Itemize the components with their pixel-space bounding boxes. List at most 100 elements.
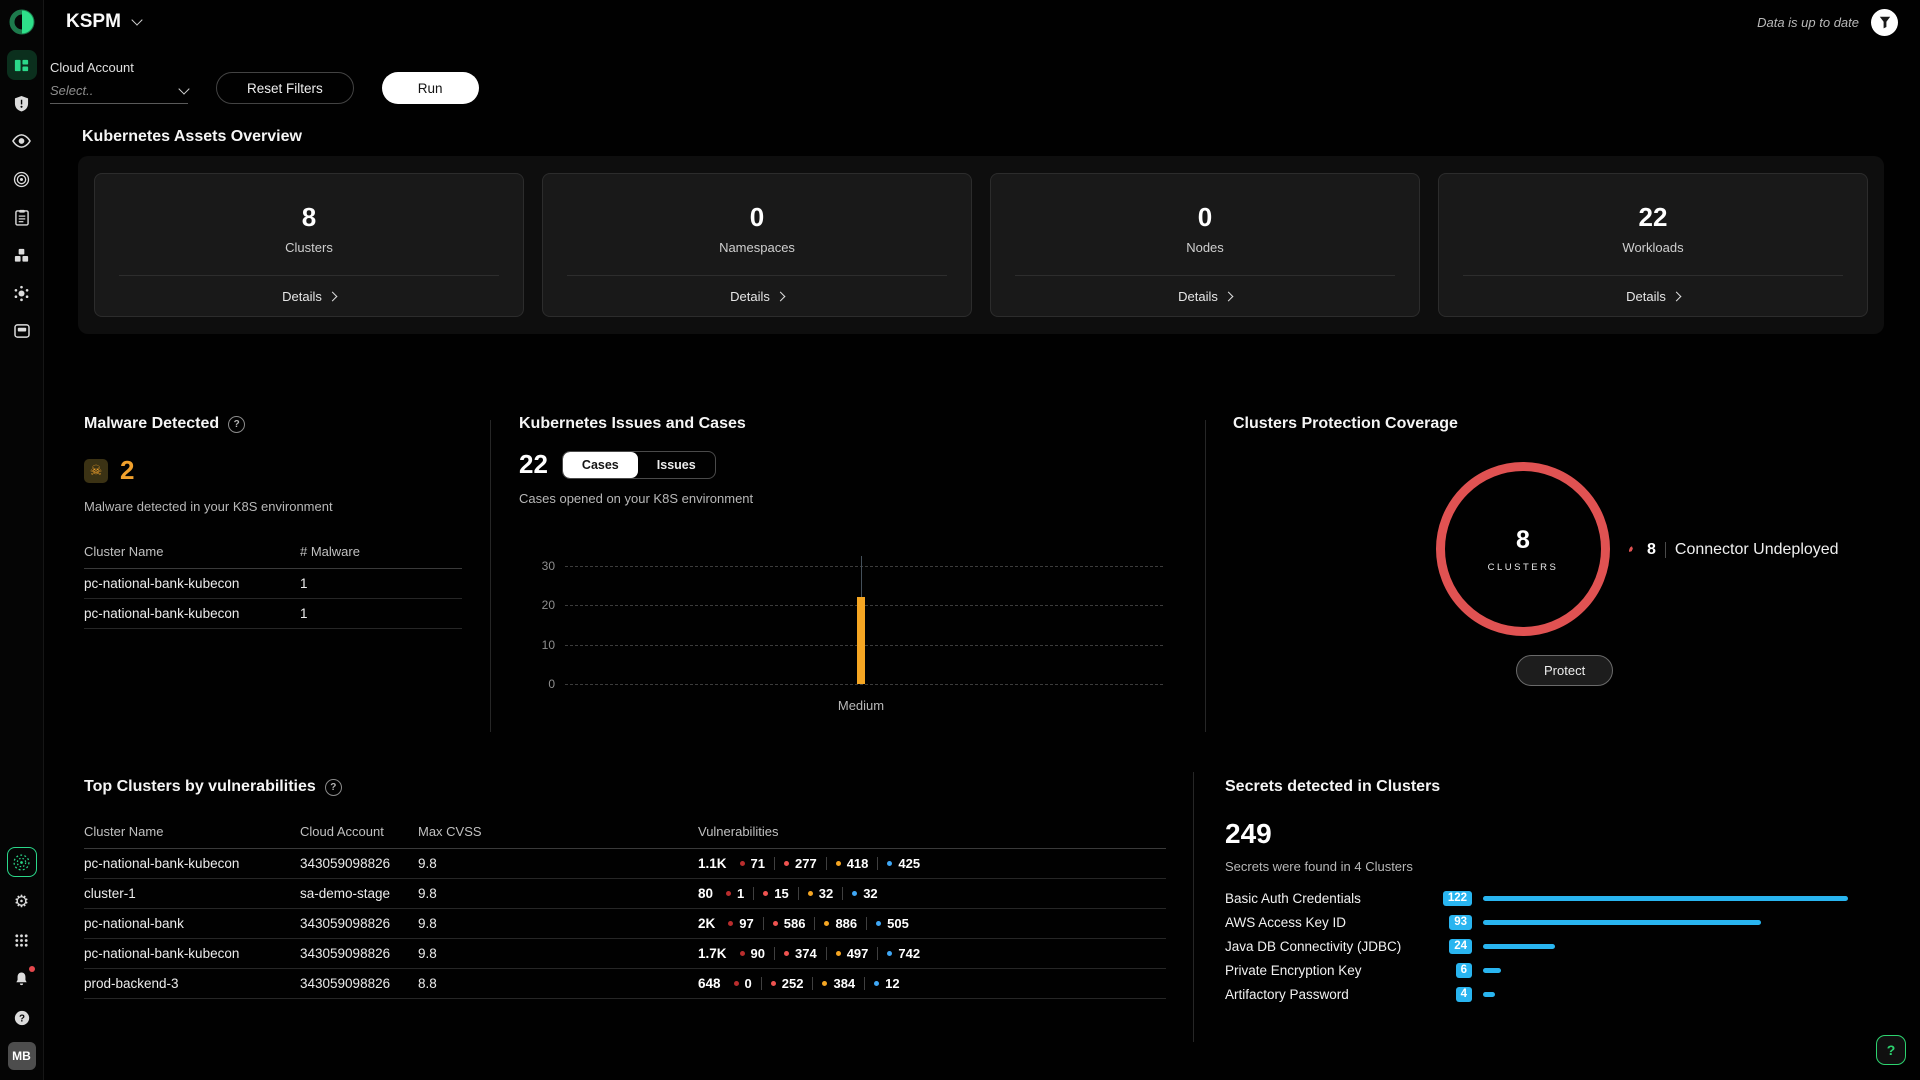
asset-card-clusters: 8ClustersDetails — [94, 173, 524, 317]
app-switcher[interactable]: KSPM — [66, 11, 141, 33]
divider — [567, 275, 947, 276]
reset-filters-button[interactable]: Reset Filters — [216, 72, 354, 104]
table-row[interactable]: pc-national-bank-kubecon3430590988269.81… — [84, 849, 1166, 879]
separator — [877, 857, 878, 870]
avatar[interactable]: MB — [8, 1042, 36, 1070]
protect-button[interactable]: Protect — [1516, 655, 1613, 686]
severity-count: 32 — [852, 886, 877, 901]
severity-count: 742 — [887, 946, 920, 961]
skull-icon: ☠ — [84, 459, 108, 483]
protection-title-text: Clusters Protection Coverage — [1233, 415, 1458, 433]
window-icon[interactable] — [7, 316, 37, 346]
topbar-right: Data is up to date — [1757, 9, 1898, 36]
severity-dot-icon — [808, 891, 813, 896]
tab-issues[interactable]: Issues — [638, 452, 715, 478]
severity-dot-icon — [784, 861, 789, 866]
severity-count: 586 — [773, 916, 806, 931]
filter-button[interactable] — [1871, 9, 1898, 36]
protection-section: Clusters Protection Coverage 8 CLUSTERS … — [1233, 415, 1884, 735]
table-row[interactable]: pc-national-bank-kubecon3430590988269.81… — [84, 939, 1166, 969]
severity-dot-icon — [784, 951, 789, 956]
help-icon[interactable]: ? — [325, 779, 342, 796]
severity-count: 277 — [784, 856, 817, 871]
asset-label: Namespaces — [719, 240, 795, 255]
secret-label: Private Encryption Key — [1225, 963, 1430, 978]
asset-label: Nodes — [1186, 240, 1224, 255]
help-icon[interactable]: ? — [7, 1003, 37, 1033]
protection-donut-label: CLUSTERS — [1488, 562, 1559, 573]
details-link[interactable]: Details — [1626, 289, 1680, 304]
target-icon[interactable] — [7, 164, 37, 194]
table-header: Cluster NameCloud AccountMax CVSSVulnera… — [84, 824, 1166, 849]
gridline — [565, 566, 1163, 567]
tab-cases[interactable]: Cases — [563, 452, 638, 478]
separator — [774, 857, 775, 870]
malware-count: 2 — [120, 455, 134, 486]
asset-value: 22 — [1639, 202, 1668, 233]
legend-value: 8 — [1647, 541, 1656, 559]
gear-icon[interactable]: ⚙ — [7, 886, 37, 916]
secret-row[interactable]: Artifactory Password4 — [1225, 985, 1885, 1004]
table-row[interactable]: pc-national-bank-kubecon1 — [84, 569, 462, 599]
chevron-right-icon — [775, 292, 785, 302]
notification-dot — [29, 966, 35, 972]
secret-bar — [1483, 968, 1501, 973]
separator — [753, 887, 754, 900]
details-link[interactable]: Details — [282, 289, 336, 304]
chevron-right-icon — [1223, 292, 1233, 302]
burst-icon[interactable] — [7, 278, 37, 308]
issues-count-row: 22 CasesIssues — [519, 449, 1167, 480]
filters-bar: Cloud Account Select.. Reset Filters Run — [50, 60, 479, 104]
table-row[interactable]: pc-national-bank-kubecon1 — [84, 599, 462, 629]
dashboard-icon[interactable] — [7, 50, 37, 80]
cloud-account-select[interactable]: Select.. — [50, 83, 188, 104]
secret-row[interactable]: Java DB Connectivity (JDBC)24 — [1225, 937, 1885, 956]
separator — [866, 917, 867, 930]
bar-medium[interactable] — [857, 597, 865, 684]
funnel-icon — [1879, 16, 1891, 29]
chevron-down-icon — [131, 14, 142, 25]
table-row[interactable]: prod-backend-33430590988268.864802523841… — [84, 969, 1166, 999]
severity-dot-icon — [726, 891, 731, 896]
shield-alert-icon[interactable] — [7, 88, 37, 118]
chevron-right-icon — [1671, 292, 1681, 302]
app-logo-icon[interactable] — [8, 8, 36, 36]
severity-dot-icon — [887, 951, 892, 956]
secret-row[interactable]: AWS Access Key ID93 — [1225, 913, 1885, 932]
bell-icon[interactable] — [7, 964, 37, 994]
secret-count-badge: 93 — [1449, 915, 1472, 931]
details-link[interactable]: Details — [1178, 289, 1232, 304]
cases-issues-toggle: CasesIssues — [562, 451, 716, 479]
asset-card-workloads: 22WorkloadsDetails — [1438, 173, 1868, 317]
x-tick-label: Medium — [838, 698, 884, 713]
protection-donut[interactable]: 8 CLUSTERS — [1436, 462, 1610, 636]
table-row[interactable]: cluster-1sa-demo-stage9.8801153232 — [84, 879, 1166, 909]
details-link[interactable]: Details — [730, 289, 784, 304]
secrets-description: Secrets were found in 4 Clusters — [1225, 859, 1885, 874]
malware-title-text: Malware Detected — [84, 415, 219, 433]
y-tick-label: 20 — [527, 598, 555, 612]
asset-value: 0 — [750, 202, 764, 233]
help-widget-button[interactable]: ? — [1876, 1035, 1906, 1065]
blocks-icon[interactable] — [7, 240, 37, 270]
issues-cases-description: Cases opened on your K8S environment — [519, 491, 1167, 506]
severity-count: 497 — [836, 946, 869, 961]
secret-row[interactable]: Basic Auth Credentials122 — [1225, 889, 1885, 908]
cases-count: 22 — [519, 449, 548, 480]
cloud-account-placeholder: Select.. — [50, 83, 93, 98]
run-button[interactable]: Run — [382, 72, 479, 104]
severity-count: 71 — [740, 856, 765, 871]
help-icon[interactable]: ? — [228, 416, 245, 433]
cases-bar-chart: 3020100Medium — [519, 514, 1167, 714]
secret-count-badge: 24 — [1449, 939, 1472, 955]
eye-icon[interactable] — [7, 126, 37, 156]
y-tick-label: 30 — [527, 559, 555, 573]
severity-dot-icon — [771, 981, 776, 986]
secret-row[interactable]: Private Encryption Key6 — [1225, 961, 1885, 980]
secret-label: Artifactory Password — [1225, 987, 1430, 1002]
radar-icon[interactable] — [7, 847, 37, 877]
divider — [1463, 275, 1843, 276]
apps-grid-icon[interactable] — [7, 925, 37, 955]
clipboard-icon[interactable] — [7, 202, 37, 232]
table-row[interactable]: pc-national-bank3430590988269.82K9758688… — [84, 909, 1166, 939]
